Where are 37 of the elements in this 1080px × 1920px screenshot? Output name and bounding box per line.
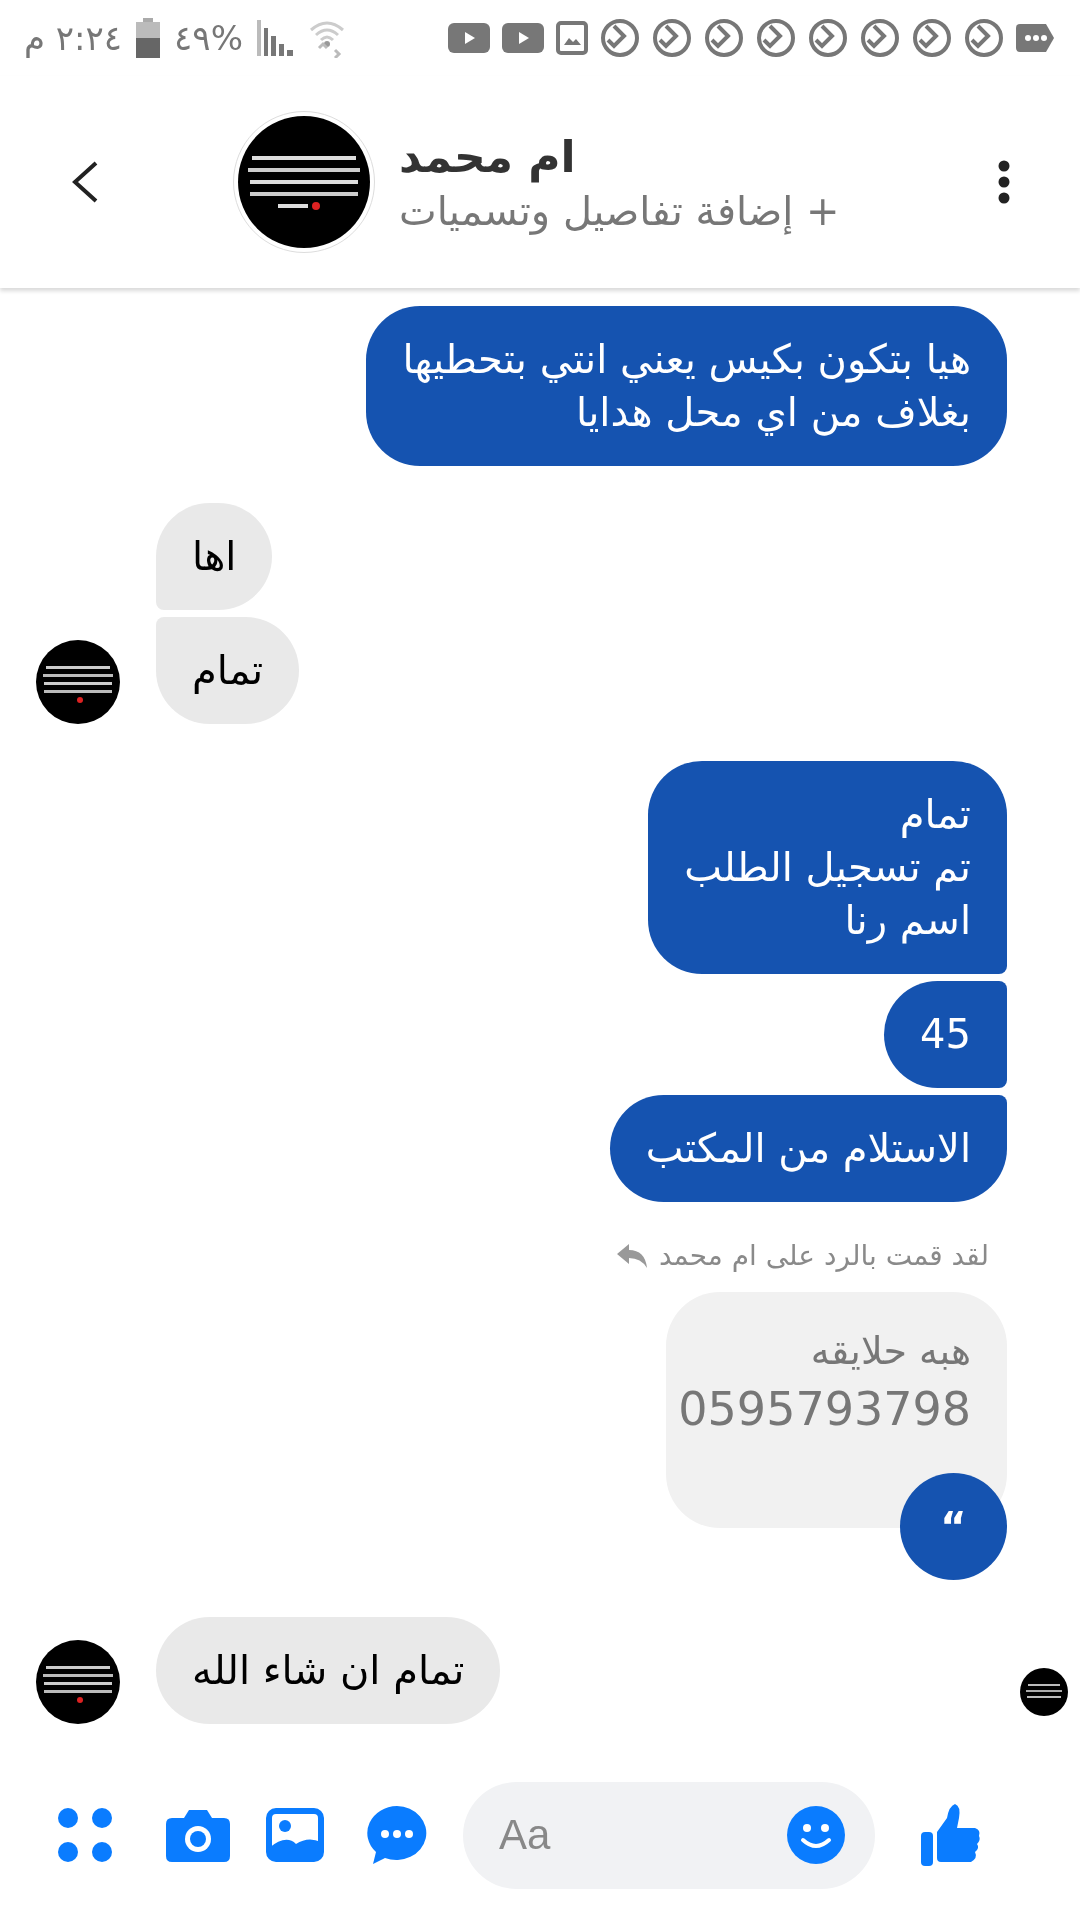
video-play-icon: [502, 23, 544, 53]
message-bubble[interactable]: تمام: [156, 617, 300, 724]
more-tag-icon: [1016, 22, 1056, 54]
more-options-icon[interactable]: [998, 160, 1010, 204]
navigation-circle-icon: [704, 18, 744, 58]
reply-note: لقد قمت بالرد على ام محمد: [658, 1239, 989, 1272]
message-bubble[interactable]: اها: [156, 503, 273, 610]
back-icon[interactable]: [70, 160, 100, 204]
contact-name: ام محمد: [399, 130, 576, 182]
signal-icon: [256, 20, 293, 56]
navigation-circle-icon: [600, 18, 640, 58]
navigation-circle-icon: [808, 18, 848, 58]
navigation-circle-icon: [652, 18, 692, 58]
message-bubble[interactable]: تمام ان شاء الله: [156, 1617, 501, 1724]
message-bubble[interactable]: تمام تم تسجيل الطلب اسم رنا: [648, 761, 1007, 974]
thumbs-up-icon[interactable]: [921, 1804, 981, 1866]
navigation-circle-icon: [756, 18, 796, 58]
image-icon: [556, 21, 588, 55]
navigation-circle-icon: [912, 18, 952, 58]
add-details-link[interactable]: + إضافة تفاصيل وتسميات: [399, 187, 840, 234]
status-time: ٢:٢٤ م: [24, 18, 123, 58]
message-bubble[interactable]: 45: [884, 981, 1007, 1088]
message-bubble[interactable]: الاستلام من المكتب: [609, 1095, 1007, 1202]
battery-percent: %٤٩: [174, 18, 243, 58]
image-icon[interactable]: [266, 1808, 324, 1862]
video-play-icon: [448, 23, 490, 53]
reply-icon: [616, 1243, 647, 1268]
apps-icon[interactable]: [57, 1807, 113, 1863]
battery-icon: [136, 18, 161, 58]
camera-icon[interactable]: [166, 1808, 230, 1862]
chat-bubble-icon[interactable]: [367, 1806, 427, 1864]
navigation-circle-icon: [964, 18, 1004, 58]
navigation-circle-icon: [860, 18, 900, 58]
quote-bubble[interactable]: “: [900, 1473, 1007, 1580]
message-bubble[interactable]: هيا بتكون بكيس يعني انتي بتحطيها بغلاف من اي محل هدايا: [366, 306, 1007, 466]
message-input[interactable]: Aa: [463, 1781, 875, 1889]
emoji-icon[interactable]: [787, 1805, 845, 1864]
